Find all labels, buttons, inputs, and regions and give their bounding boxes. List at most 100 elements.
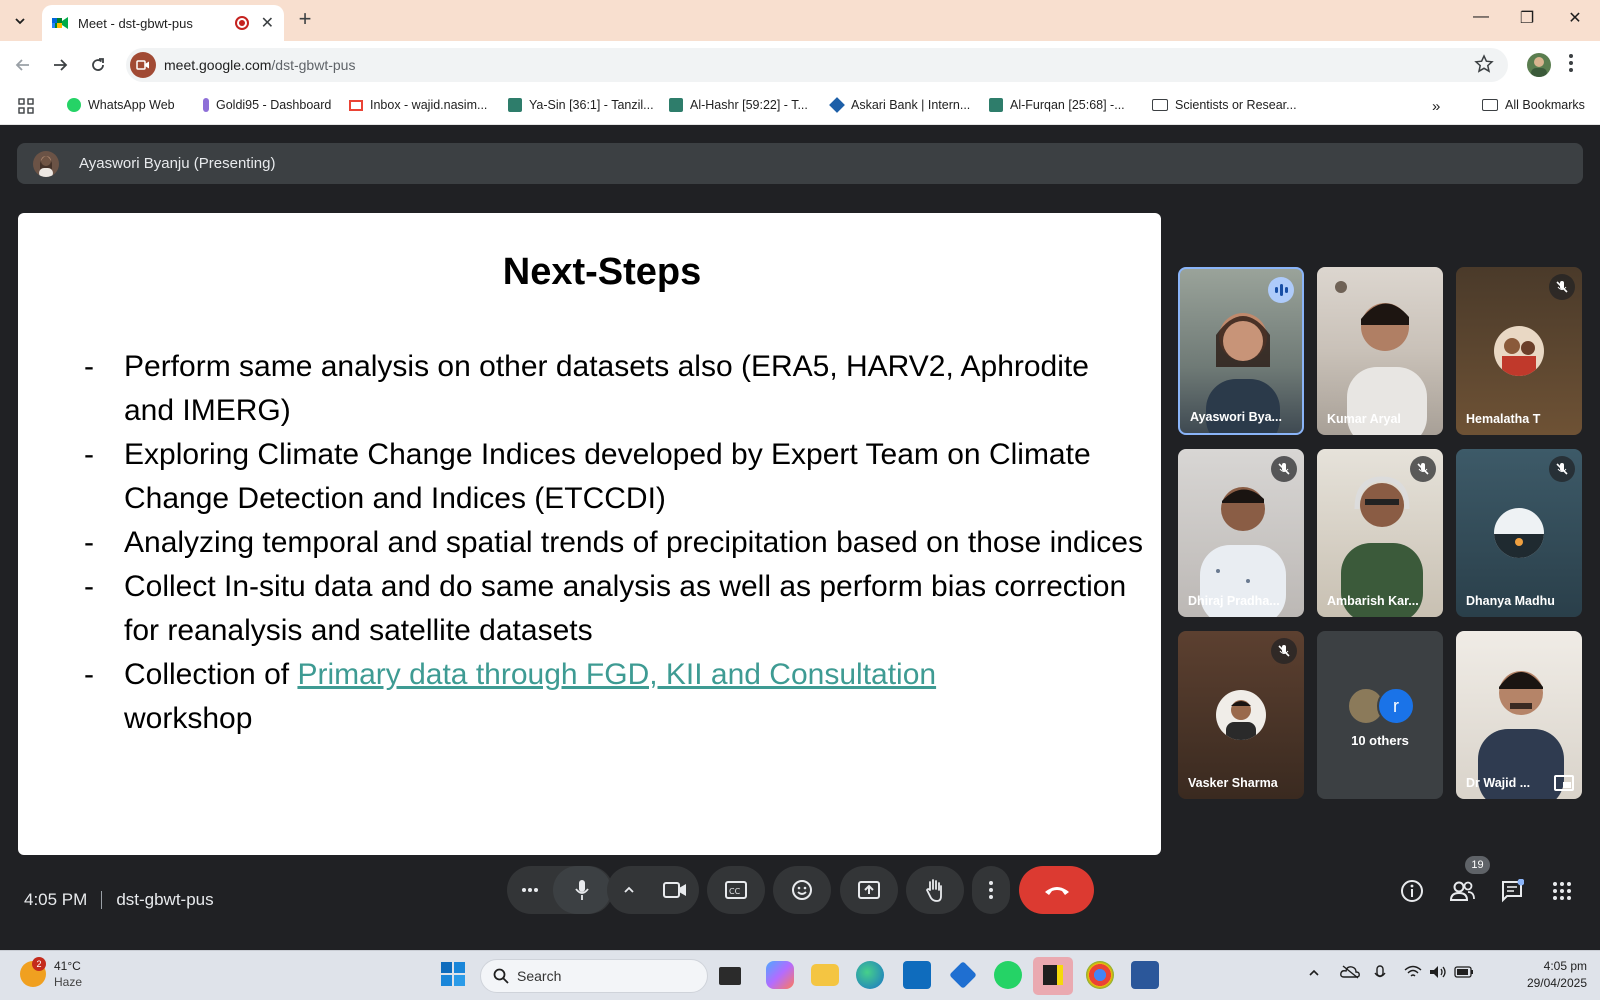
- taskbar-search[interactable]: Search: [480, 959, 708, 993]
- minimize-button[interactable]: —: [1461, 8, 1501, 26]
- whatsapp-icon: [67, 98, 81, 112]
- participant-tile[interactable]: Kumar Aryal: [1317, 267, 1443, 435]
- svg-text:CC: CC: [729, 887, 741, 896]
- address-bar[interactable]: meet.google.com/dst-gbwt-pus: [126, 48, 1508, 82]
- bookmark-gmail[interactable]: Inbox - wajid.nasim...: [349, 98, 487, 112]
- search-icon: [493, 968, 509, 984]
- bookmark-alfurqan[interactable]: Al-Furqan [25:68] -...: [989, 98, 1125, 112]
- bullet-marker: -: [84, 658, 94, 691]
- close-window-button[interactable]: ✕: [1555, 8, 1595, 28]
- apps-grid-icon[interactable]: [18, 98, 34, 114]
- profile-avatar[interactable]: [1527, 53, 1551, 77]
- copilot-icon[interactable]: [766, 961, 794, 989]
- slide-link[interactable]: Primary data through FGD, KII and Consul…: [297, 658, 936, 691]
- whatsapp-icon[interactable]: [994, 961, 1022, 989]
- onedrive-icon[interactable]: [1340, 965, 1360, 984]
- emoji-icon: [792, 880, 812, 900]
- meet-app: Ayaswori Byanju (Presenting) Next-Steps …: [0, 125, 1600, 950]
- all-bookmarks-button[interactable]: All Bookmarks: [1482, 98, 1585, 112]
- activities-button[interactable]: [1548, 877, 1576, 905]
- participant-tile[interactable]: Vasker Sharma: [1178, 631, 1304, 799]
- search-label: Search: [517, 968, 562, 984]
- video-control-group: [607, 866, 699, 914]
- wifi-icon[interactable]: [1404, 965, 1422, 984]
- new-tab-button[interactable]: +: [292, 6, 318, 34]
- microphone-tray-icon[interactable]: [1374, 965, 1386, 988]
- word-icon[interactable]: [1131, 961, 1159, 989]
- url-host: meet.google.com: [164, 57, 272, 73]
- audio-settings-button[interactable]: [507, 866, 553, 914]
- end-call-icon: [1044, 887, 1069, 895]
- weather-desc: Haze: [54, 975, 83, 989]
- volume-icon[interactable]: [1429, 965, 1447, 984]
- people-button[interactable]: [1448, 877, 1476, 905]
- participant-avatar: [1494, 326, 1544, 376]
- tanzil-icon: [508, 98, 522, 112]
- bullet-marker: -: [84, 438, 94, 471]
- others-tile[interactable]: r 10 others: [1317, 631, 1443, 799]
- present-now-button[interactable]: [840, 866, 898, 914]
- bullet-text: Analyzing temporal and spatial trends of…: [124, 526, 1143, 559]
- forward-button[interactable]: [48, 53, 72, 77]
- weather-widget[interactable]: 2 41°C Haze: [20, 957, 83, 990]
- bookmarks-overflow-icon[interactable]: »: [1432, 98, 1440, 115]
- battery-icon[interactable]: [1454, 965, 1474, 983]
- bookmark-folder-scientists[interactable]: Scientists or Resear...: [1152, 98, 1297, 112]
- participant-tile[interactable]: Dhanya Madhu: [1456, 449, 1582, 617]
- reload-icon: [92, 58, 104, 71]
- participant-tile[interactable]: Hemalatha T: [1456, 267, 1582, 435]
- bookmark-label: Scientists or Resear...: [1175, 98, 1297, 112]
- participant-tile[interactable]: Dhiraj Pradha...: [1178, 449, 1304, 617]
- restore-button[interactable]: ❐: [1507, 8, 1547, 28]
- reload-button[interactable]: [86, 53, 110, 77]
- participant-tile[interactable]: Ayaswori Bya...: [1178, 267, 1304, 435]
- mic-muted-icon: [1271, 456, 1297, 482]
- chat-button[interactable]: [1498, 877, 1526, 905]
- participant-tile[interactable]: Ambarish Kar...: [1317, 449, 1443, 617]
- sticky-notes-icon: [1043, 965, 1063, 985]
- bookmark-label: Al-Hashr [59:22] - T...: [690, 98, 808, 112]
- bookmark-alhashr[interactable]: Al-Hashr [59:22] - T...: [669, 98, 808, 112]
- close-tab-icon[interactable]: ✕: [261, 13, 274, 33]
- bookmark-star-icon[interactable]: [1474, 54, 1494, 79]
- pip-icon[interactable]: [1554, 775, 1574, 791]
- system-clock[interactable]: 4:05 pm 29/04/2025: [1497, 958, 1587, 992]
- meeting-details-button[interactable]: [1398, 877, 1426, 905]
- microphone-button[interactable]: [553, 866, 611, 914]
- speaking-indicator-icon: [1268, 277, 1294, 303]
- start-button[interactable]: [440, 961, 468, 989]
- sticky-notes-app[interactable]: [1033, 957, 1073, 995]
- bullet-marker: -: [84, 570, 94, 603]
- more-options-button[interactable]: [972, 866, 1010, 914]
- reactions-button[interactable]: [773, 866, 831, 914]
- tab-meet[interactable]: Meet - dst-gbwt-pus ✕: [42, 5, 284, 41]
- back-button[interactable]: [11, 53, 35, 77]
- file-explorer-icon[interactable]: [811, 964, 839, 986]
- snipping-tool-icon[interactable]: [949, 961, 977, 989]
- bookmark-whatsapp[interactable]: WhatsApp Web: [67, 98, 175, 112]
- slide-bullet: - Exploring Climate Change Indices develo…: [84, 433, 1144, 521]
- edge-browser-icon[interactable]: [856, 961, 884, 989]
- tanzil-icon: [989, 98, 1003, 112]
- leave-call-button[interactable]: [1019, 866, 1094, 914]
- url-path: /dst-gbwt-pus: [271, 57, 356, 73]
- bookmark-yasin[interactable]: Ya-Sin [36:1] - Tanzil...: [508, 98, 654, 112]
- site-camera-icon[interactable]: [130, 52, 156, 78]
- microsoft-store-icon[interactable]: [903, 961, 931, 989]
- show-hidden-icons[interactable]: [1308, 965, 1320, 983]
- participant-tile[interactable]: Dr Wajid ...: [1456, 631, 1582, 799]
- video-settings-button[interactable]: [607, 866, 651, 914]
- hand-icon: [925, 879, 942, 902]
- camera-button[interactable]: [651, 866, 699, 914]
- captions-button[interactable]: CC: [707, 866, 765, 914]
- tab-search-button[interactable]: [6, 8, 34, 34]
- task-view-icon[interactable]: [719, 967, 741, 985]
- mic-muted-icon: [1271, 638, 1297, 664]
- bookmark-askari[interactable]: Askari Bank | Intern...: [829, 97, 970, 113]
- browser-menu-icon[interactable]: [1568, 53, 1574, 78]
- chrome-icon[interactable]: [1086, 961, 1114, 989]
- weather-badge: 2: [32, 957, 46, 971]
- bookmark-goldi95[interactable]: Goldi95 - Dashboard: [203, 98, 331, 112]
- raise-hand-button[interactable]: [906, 866, 964, 914]
- weather-temp: 41°C: [54, 959, 81, 973]
